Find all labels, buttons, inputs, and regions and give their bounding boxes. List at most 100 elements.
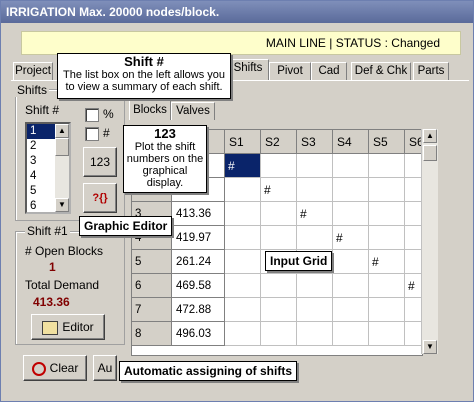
plot-callout-title: 123 xyxy=(154,126,176,141)
grid-shift-cell[interactable] xyxy=(333,250,369,274)
grid-column-header[interactable]: S5 xyxy=(369,130,405,154)
grid-shift-cell[interactable] xyxy=(261,154,297,178)
grid-shift-cell[interactable] xyxy=(297,154,333,178)
grid-scrollbar[interactable]: ▲ ▼ xyxy=(421,129,438,354)
tab-cad[interactable]: Cad xyxy=(311,62,347,80)
grid-shift-cell[interactable]: # xyxy=(261,178,297,202)
grid-shift-cell[interactable] xyxy=(261,226,297,250)
grid-value-cell[interactable]: 419.97 xyxy=(172,226,225,250)
grid-shift-cell[interactable] xyxy=(225,226,261,250)
grid-shift-cell[interactable] xyxy=(225,274,261,298)
grid-column-header[interactable]: S2 xyxy=(261,130,297,154)
plot-callout-text: Plot the shift numbers on the graphical … xyxy=(126,141,204,189)
clear-button-label: Clear xyxy=(49,361,79,375)
grid-shift-cell[interactable] xyxy=(297,322,333,346)
grid-row-header: 7 xyxy=(132,298,172,322)
total-demand-value: 413.36 xyxy=(33,295,70,309)
grid-value-cell[interactable]: 261.24 xyxy=(172,250,225,274)
grid-shift-cell[interactable] xyxy=(297,226,333,250)
grid-value-cell[interactable]: 469.58 xyxy=(172,274,225,298)
grid-shift-cell[interactable] xyxy=(261,298,297,322)
grid-value-cell[interactable]: 472.88 xyxy=(172,298,225,322)
tab-blocks[interactable]: Blocks xyxy=(129,100,171,120)
scroll-up-icon[interactable]: ▲ xyxy=(423,129,437,143)
scroll-down-icon[interactable]: ▼ xyxy=(55,198,69,212)
grid-shift-cell[interactable] xyxy=(225,250,261,274)
tab-pivot[interactable]: Pivot xyxy=(269,62,311,80)
tab-parts[interactable]: Parts xyxy=(413,62,449,80)
total-demand-label: Total Demand xyxy=(25,278,100,292)
grid-shift-cell[interactable] xyxy=(297,274,333,298)
tab-def-chk[interactable]: Def & Chk xyxy=(351,62,411,80)
shift-callout-text: The list box on the left allows you to v… xyxy=(62,69,226,93)
open-blocks-label: # Open Blocks xyxy=(25,244,104,258)
grid-shift-cell[interactable] xyxy=(369,226,405,250)
grid-shift-cell[interactable]: # xyxy=(297,202,333,226)
listbox-scrollbar[interactable]: ▲ ▼ xyxy=(55,124,69,212)
grid-shift-cell[interactable]: # xyxy=(369,250,405,274)
hash-checkbox[interactable] xyxy=(85,127,99,141)
grid-value-cell[interactable]: 496.03 xyxy=(172,322,225,346)
tab-shifts[interactable]: Shifts xyxy=(227,59,269,80)
auto-assign-callout: Automatic assigning of shifts xyxy=(119,361,298,381)
editor-icon xyxy=(42,320,59,335)
graphic-editor-callout: Graphic Editor xyxy=(79,216,173,236)
grid-shift-cell[interactable] xyxy=(261,322,297,346)
grid-shift-cell[interactable] xyxy=(369,202,405,226)
grid-column-header[interactable]: S4 xyxy=(333,130,369,154)
grid-shift-cell[interactable] xyxy=(333,154,369,178)
plot-callout: 123 Plot the shift numbers on the graphi… xyxy=(123,125,207,193)
shift-callout-title: Shift # xyxy=(124,54,164,69)
grid-shift-cell[interactable] xyxy=(369,274,405,298)
editor-button[interactable]: Editor xyxy=(31,314,105,340)
grid-shift-cell[interactable] xyxy=(333,178,369,202)
grid-shift-cell[interactable] xyxy=(369,178,405,202)
scroll-down-icon[interactable]: ▼ xyxy=(423,340,437,354)
editor-button-label: Editor xyxy=(62,320,94,334)
grid-shift-cell[interactable] xyxy=(333,274,369,298)
grid-column-header[interactable]: S3 xyxy=(297,130,333,154)
grid-value-cell[interactable]: 413.36 xyxy=(172,202,225,226)
grid-shift-cell[interactable] xyxy=(225,322,261,346)
plot-shift-numbers-button[interactable]: 123 xyxy=(83,147,117,177)
status-bar: MAIN LINE | STATUS : Changed xyxy=(21,31,461,55)
grid-shift-cell[interactable] xyxy=(369,298,405,322)
window-title: IRRIGATION Max. 20000 nodes/block. xyxy=(1,1,473,23)
grid-shift-cell[interactable]: # xyxy=(333,226,369,250)
open-blocks-value: 1 xyxy=(49,260,56,274)
grid-shift-cell[interactable] xyxy=(225,298,261,322)
grid-shift-cell[interactable]: # xyxy=(225,154,261,178)
shift-listbox[interactable]: 1 2 3 4 5 6 ▲ ▼ xyxy=(25,122,71,214)
grid-shift-cell[interactable] xyxy=(369,322,405,346)
grid-shift-cell[interactable] xyxy=(369,154,405,178)
shift-number-label: Shift # xyxy=(25,103,60,117)
scroll-up-icon[interactable]: ▲ xyxy=(55,124,69,138)
grid-shift-cell[interactable] xyxy=(297,298,333,322)
grid-shift-cell[interactable] xyxy=(297,178,333,202)
shift-summary-label: Shift #1 xyxy=(25,224,70,238)
grid-shift-cell[interactable] xyxy=(225,178,261,202)
grid-shift-cell[interactable] xyxy=(261,202,297,226)
graphic-editor-button[interactable]: ?{} xyxy=(83,183,117,213)
graphic-editor-icon: ?{} xyxy=(92,192,108,204)
grid-row-header: 8 xyxy=(132,322,172,346)
auto-assign-button[interactable]: Au xyxy=(93,355,117,381)
irrigation-window: IRRIGATION Max. 20000 nodes/block. MAIN … xyxy=(0,0,474,402)
clear-icon xyxy=(31,361,46,376)
grid-column-header[interactable]: S1 xyxy=(225,130,261,154)
scroll-thumb[interactable] xyxy=(55,138,69,156)
tab-project[interactable]: Project xyxy=(13,62,53,80)
clear-button[interactable]: Clear xyxy=(23,355,87,381)
grid-shift-cell[interactable] xyxy=(225,202,261,226)
grid-shift-cell[interactable] xyxy=(333,202,369,226)
grid-shift-cell[interactable] xyxy=(261,274,297,298)
scroll-thumb[interactable] xyxy=(423,145,437,161)
percent-checkbox[interactable] xyxy=(85,108,99,122)
grid-row-header: 6 xyxy=(132,274,172,298)
percent-label: % xyxy=(103,107,114,121)
tab-valves[interactable]: Valves xyxy=(171,102,215,120)
shifts-group-label: Shifts xyxy=(15,83,50,97)
grid-shift-cell[interactable] xyxy=(333,298,369,322)
input-grid-callout: Input Grid xyxy=(265,251,333,271)
grid-shift-cell[interactable] xyxy=(333,322,369,346)
